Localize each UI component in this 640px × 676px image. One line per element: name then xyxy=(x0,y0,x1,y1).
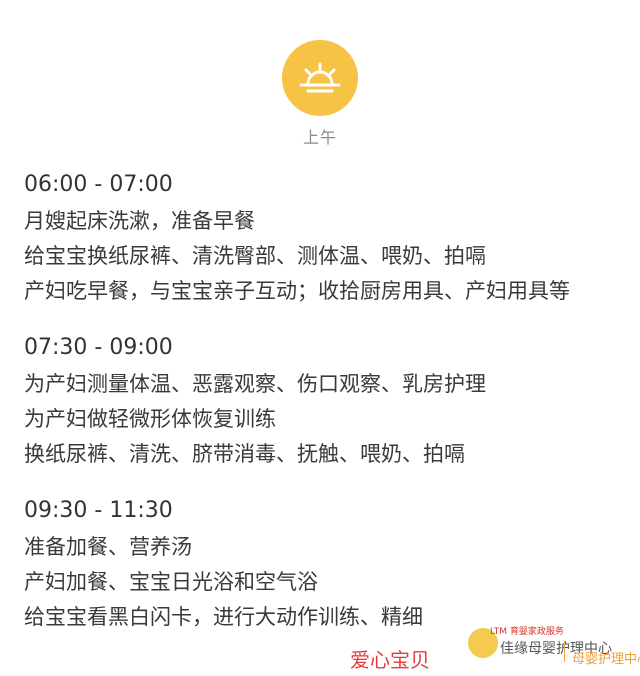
task-item: 为产妇做轻微形体恢复训练 xyxy=(24,407,276,431)
time-range: 07:30 - 09:00 xyxy=(24,335,173,360)
watermark: LTM 育婴家政服务 爱心宝贝 佳缘母婴护理中心 母婴护理中心 xyxy=(350,624,640,672)
schedule-block: 06:00 - 07:00 月嫂起床洗漱，准备早餐 给宝宝换纸尿裤、清洗臀部、测… xyxy=(24,170,634,309)
watermark-subtitle: LTM 育婴家政服务 xyxy=(490,627,564,637)
schedule-block: 09:30 - 11:30 准备加餐、营养汤 产妇加餐、宝宝日光浴和空气浴 给宝… xyxy=(24,496,634,635)
task-item: 准备加餐、营养汤 xyxy=(24,535,192,559)
schedule-block: 07:30 - 09:00 为产妇测量体温、恶露观察、伤口观察、乳房护理 为产妇… xyxy=(24,333,634,472)
period-header: 上午 xyxy=(0,40,640,148)
period-label: 上午 xyxy=(302,128,337,147)
watermark-main-text: 爱心宝贝 xyxy=(350,648,430,672)
task-item: 为产妇测量体温、恶露观察、伤口观察、乳房护理 xyxy=(24,372,486,396)
task-item: 给宝宝换纸尿裤、清洗臀部、测体温、喂奶、拍嗝 xyxy=(24,244,486,268)
schedule-list: 06:00 - 07:00 月嫂起床洗漱，准备早餐 给宝宝换纸尿裤、清洗臀部、测… xyxy=(24,170,634,659)
task-item: 产妇吃早餐，与宝宝亲子互动；收拾厨房用具、产妇用具等 xyxy=(24,279,570,303)
time-range: 06:00 - 07:00 xyxy=(24,172,173,197)
time-range: 09:30 - 11:30 xyxy=(24,498,173,523)
task-item: 产妇加餐、宝宝日光浴和空气浴 xyxy=(24,570,318,594)
task-item: 月嫂起床洗漱，准备早餐 xyxy=(24,209,255,233)
watermark-divider xyxy=(564,642,565,662)
task-item: 换纸尿裤、清洗、脐带消毒、抚触、喂奶、拍嗝 xyxy=(24,442,465,466)
sunrise-icon xyxy=(299,62,341,93)
watermark-right-text: 母婴护理中心 xyxy=(572,652,640,667)
sunrise-icon-badge xyxy=(282,40,358,116)
